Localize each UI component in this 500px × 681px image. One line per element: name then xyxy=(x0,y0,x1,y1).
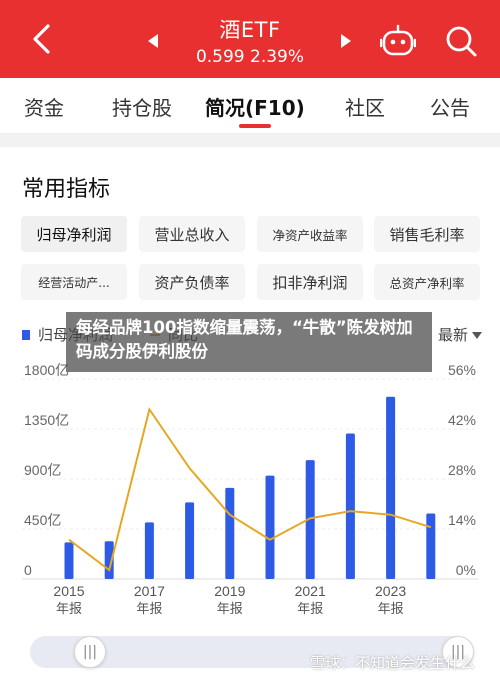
slider-left-handle[interactable]: ||| xyxy=(74,636,106,668)
right-axis-tick-label: 28% xyxy=(448,462,476,478)
left-axis-tick-label: 0 xyxy=(24,562,32,578)
right-axis-tick-label: 14% xyxy=(448,512,476,528)
watermark-text: 雪球：不知道会发生什么 xyxy=(310,654,476,672)
chart-bar xyxy=(345,433,355,579)
x-axis-tick-suffix: 年报 xyxy=(378,601,404,616)
chart-bar xyxy=(144,522,154,579)
left-axis-tick-label: 900亿 xyxy=(24,462,61,478)
x-axis-tick-year: 2023 xyxy=(375,583,406,599)
x-axis-tick-suffix: 年报 xyxy=(297,601,323,616)
x-axis-tick-suffix: 年报 xyxy=(217,601,243,616)
x-axis-tick-year: 2015 xyxy=(53,583,84,599)
right-axis-tick-label: 0% xyxy=(456,562,476,578)
left-axis-tick-label: 1350亿 xyxy=(24,412,69,428)
x-axis-tick-suffix: 年报 xyxy=(56,601,82,616)
left-axis-tick-label: 450亿 xyxy=(24,512,61,528)
chart-bar xyxy=(426,513,436,579)
chart-yoy-line xyxy=(68,406,432,572)
chart-bar xyxy=(64,542,74,579)
chart-bar xyxy=(185,502,195,579)
chart-bar xyxy=(225,487,235,579)
x-axis-tick-year: 2021 xyxy=(295,583,326,599)
chart-bar xyxy=(265,475,275,579)
chart-bar xyxy=(386,396,396,579)
x-axis-tick-suffix: 年报 xyxy=(136,601,162,616)
news-overlay[interactable]: 每经品牌100指数缩量震荡，“牛散”陈发树加码成分股伊利股份 xyxy=(66,312,432,372)
x-axis-tick-year: 2017 xyxy=(134,583,165,599)
right-axis-tick-label: 56% xyxy=(448,362,476,378)
left-axis-tick-label: 1800亿 xyxy=(24,362,69,378)
right-axis-tick-label: 42% xyxy=(448,412,476,428)
x-axis-tick-year: 2019 xyxy=(214,583,245,599)
